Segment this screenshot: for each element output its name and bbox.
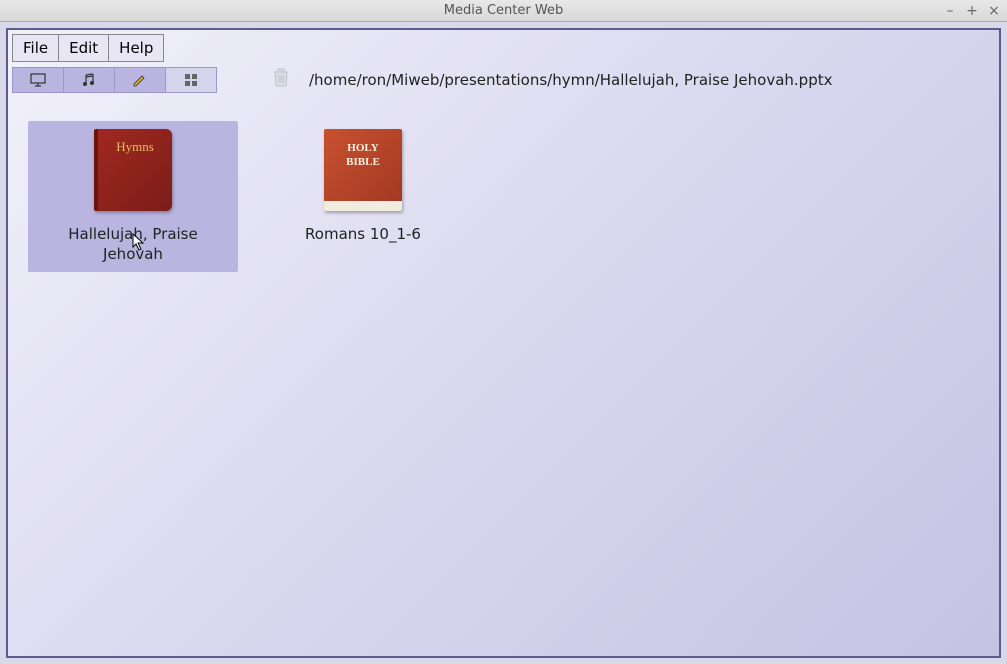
window-title: Media Center Web (444, 3, 563, 18)
file-item-hallelujah[interactable]: Hallelujah, Praise Jehovah (28, 121, 238, 272)
menu-help[interactable]: Help (108, 34, 164, 62)
menu-edit[interactable]: Edit (58, 34, 109, 62)
bible-book-icon (324, 129, 402, 211)
thumbnail (324, 129, 402, 211)
pencil-icon (132, 72, 148, 88)
trash-icon[interactable] (271, 66, 291, 93)
current-path: /home/ron/Miweb/presentations/hymn/Halle… (309, 71, 832, 89)
file-item-romans[interactable]: Romans 10_1-6 (258, 121, 468, 253)
window-titlebar: Media Center Web – + × (0, 0, 1007, 22)
content-area: Hallelujah, Praise Jehovah Romans 10_1-6 (8, 101, 999, 656)
music-icon (81, 72, 97, 88)
presentation-mode-button[interactable] (12, 67, 64, 93)
presentation-icon (30, 73, 46, 87)
close-button[interactable]: × (987, 3, 1001, 19)
thumbnail (94, 129, 172, 211)
edit-mode-button[interactable] (114, 67, 166, 93)
maximize-button[interactable]: + (965, 3, 979, 19)
file-label: Romans 10_1-6 (305, 225, 421, 245)
menubar: File Edit Help (8, 30, 999, 64)
hymns-book-icon (94, 129, 172, 211)
minimize-button[interactable]: – (943, 3, 957, 19)
grid-mode-button[interactable] (165, 67, 217, 93)
path-section: /home/ron/Miweb/presentations/hymn/Halle… (271, 66, 995, 93)
grid-icon (184, 73, 198, 87)
file-label: Hallelujah, Praise Jehovah (38, 225, 228, 264)
toolbar: /home/ron/Miweb/presentations/hymn/Halle… (8, 64, 999, 101)
app-frame: File Edit Help (6, 28, 1001, 658)
music-mode-button[interactable] (63, 67, 115, 93)
menu-file[interactable]: File (12, 34, 59, 62)
